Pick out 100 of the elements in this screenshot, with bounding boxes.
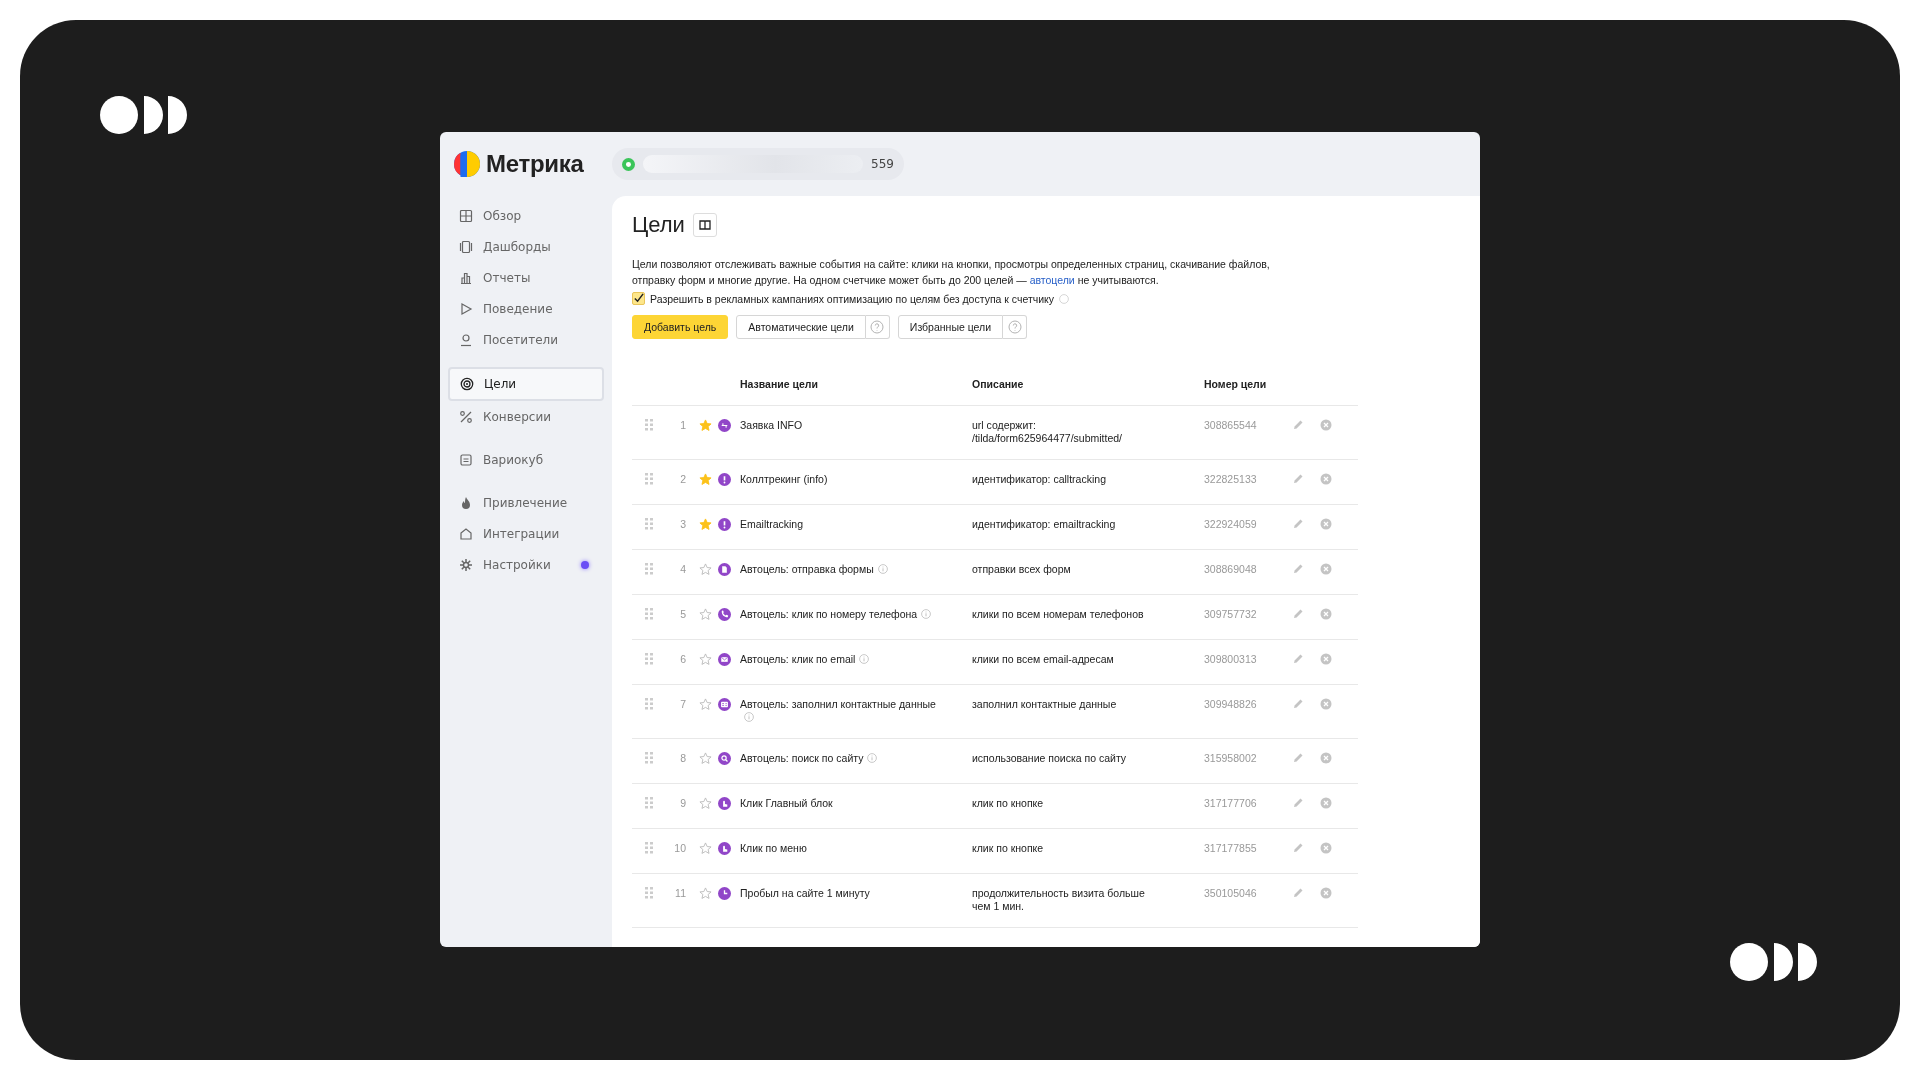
- question-icon: [1007, 320, 1022, 334]
- notification-dot: [581, 560, 589, 569]
- goal-description: продолжительность визита больше чем 1 мин.: [972, 887, 1146, 913]
- delete-icon[interactable]: [1320, 518, 1332, 530]
- star-icon[interactable]: [698, 518, 712, 531]
- help-button[interactable]: [1003, 315, 1028, 339]
- edit-pencil-icon[interactable]: [1292, 608, 1304, 620]
- row-number: 11: [674, 887, 687, 899]
- star-icon[interactable]: [698, 608, 712, 621]
- goal-number: 309948826: [1204, 698, 1258, 711]
- drag-handle-icon[interactable]: [645, 518, 653, 530]
- row-number: 5: [679, 608, 687, 620]
- edit-pencil-icon[interactable]: [1292, 797, 1304, 809]
- goal-name[interactable]: Автоцель: клик по email: [740, 653, 870, 665]
- sidebar-item[interactable]: Настройки: [448, 549, 604, 580]
- star-icon[interactable]: [698, 419, 712, 432]
- question-icon: [870, 320, 885, 334]
- goal-number: 309800313: [1204, 653, 1258, 666]
- help-button[interactable]: [865, 315, 890, 339]
- goal-name[interactable]: Клик Главный блок: [740, 797, 833, 809]
- drag-handle-icon[interactable]: [645, 419, 653, 431]
- goal-name[interactable]: Автоцель: поиск по сайту: [740, 752, 878, 764]
- star-icon[interactable]: [698, 473, 712, 486]
- autogoals-link[interactable]: автоцели: [1029, 274, 1075, 286]
- counter-selector[interactable]: 559: [612, 148, 904, 180]
- status-icon: [622, 157, 635, 171]
- goal-number: 309757732: [1204, 608, 1258, 621]
- sidebar-item[interactable]: Привлечение: [448, 487, 604, 518]
- sidebar-item[interactable]: Отчеты: [448, 262, 604, 293]
- goal-name[interactable]: Заявка INFO: [740, 419, 803, 431]
- delete-icon[interactable]: [1320, 842, 1332, 854]
- star-icon[interactable]: [698, 842, 712, 855]
- goal-name[interactable]: Пробыл на сайте 1 минуту: [740, 887, 870, 899]
- star-icon[interactable]: [698, 752, 712, 765]
- delete-icon[interactable]: [1320, 563, 1332, 575]
- star-icon[interactable]: [698, 887, 712, 900]
- row-number: 1: [679, 419, 687, 431]
- house-icon: [459, 526, 473, 541]
- goal-name[interactable]: Автоцель: заполнил контактные данные: [740, 698, 936, 723]
- envelope-icon: [718, 653, 731, 666]
- drag-handle-icon[interactable]: [645, 752, 653, 764]
- edit-pencil-icon[interactable]: [1292, 653, 1304, 665]
- goal-name[interactable]: Клик по меню: [740, 842, 807, 854]
- star-icon[interactable]: [698, 797, 712, 810]
- checkbox-label: Разрешить в рекламных кампаниях оптимизацию по целям без доступа к счетчику: [650, 292, 1055, 305]
- drag-handle-icon[interactable]: [645, 473, 653, 485]
- search-icon: [718, 752, 731, 765]
- sidebar-item[interactable]: Конверсии: [448, 401, 604, 432]
- sidebar-item[interactable]: Цели: [448, 367, 604, 401]
- edit-pencil-icon[interactable]: [1292, 842, 1304, 854]
- row-number: 4: [679, 563, 687, 575]
- checkbox[interactable]: [632, 292, 645, 305]
- drag-handle-icon[interactable]: [645, 608, 653, 620]
- drag-handle-icon[interactable]: [645, 842, 653, 854]
- delete-icon[interactable]: [1320, 608, 1332, 620]
- exclamation-icon: [718, 473, 731, 486]
- row-number: 9: [679, 797, 687, 809]
- edit-pencil-icon[interactable]: [1292, 419, 1304, 431]
- help-book-button[interactable]: [692, 213, 717, 237]
- edit-pencil-icon[interactable]: [1292, 698, 1304, 710]
- sidebar-item[interactable]: Вариокуб: [448, 444, 604, 475]
- delete-icon[interactable]: [1320, 698, 1332, 710]
- drag-handle-icon[interactable]: [645, 653, 653, 665]
- clock-icon: [718, 887, 731, 900]
- sidebar-item[interactable]: Посетители: [448, 324, 604, 355]
- delete-icon[interactable]: [1320, 752, 1332, 764]
- goal-name[interactable]: Коллтрекинг (info): [740, 473, 828, 485]
- goal-description: использование поиска по сайту: [972, 752, 1128, 765]
- star-icon[interactable]: [698, 653, 712, 666]
- goal-number: 322825133: [1204, 473, 1258, 486]
- app-logo-text: Метрика: [486, 150, 584, 178]
- delete-icon[interactable]: [1320, 653, 1332, 665]
- delete-icon[interactable]: [1320, 473, 1332, 485]
- button[interactable]: Избранные цели: [897, 315, 1004, 339]
- drag-handle-icon[interactable]: [645, 797, 653, 809]
- sidebar-item[interactable]: Дашборды: [448, 231, 604, 262]
- star-icon[interactable]: [698, 563, 712, 576]
- sidebar-item[interactable]: Поведение: [448, 293, 604, 324]
- star-icon[interactable]: [698, 698, 712, 711]
- goal-name[interactable]: Автоцель: клик по номеру телефона: [740, 608, 932, 620]
- button[interactable]: Автоматические цели: [736, 315, 866, 339]
- goal-number: 315958002: [1204, 752, 1258, 765]
- edit-pencil-icon[interactable]: [1292, 473, 1304, 485]
- drag-handle-icon[interactable]: [645, 698, 653, 710]
- metrika-logo-icon: [454, 151, 480, 177]
- delete-icon[interactable]: [1320, 797, 1332, 809]
- delete-icon[interactable]: [1320, 419, 1332, 431]
- edit-pencil-icon[interactable]: [1292, 563, 1304, 575]
- button[interactable]: Добавить цель: [632, 315, 729, 339]
- edit-pencil-icon[interactable]: [1292, 518, 1304, 530]
- edit-pencil-icon[interactable]: [1292, 752, 1304, 764]
- edit-pencil-icon[interactable]: [1292, 887, 1304, 899]
- sidebar-item[interactable]: Обзор: [448, 200, 604, 231]
- column-header: Описание: [972, 378, 1025, 390]
- drag-handle-icon[interactable]: [645, 563, 653, 575]
- goal-name[interactable]: Автоцель: отправка формы: [740, 563, 888, 575]
- sidebar-item[interactable]: Интеграции: [448, 518, 604, 549]
- delete-icon[interactable]: [1320, 887, 1332, 899]
- drag-handle-icon[interactable]: [645, 887, 653, 899]
- goal-name[interactable]: Emailtracking: [740, 518, 804, 530]
